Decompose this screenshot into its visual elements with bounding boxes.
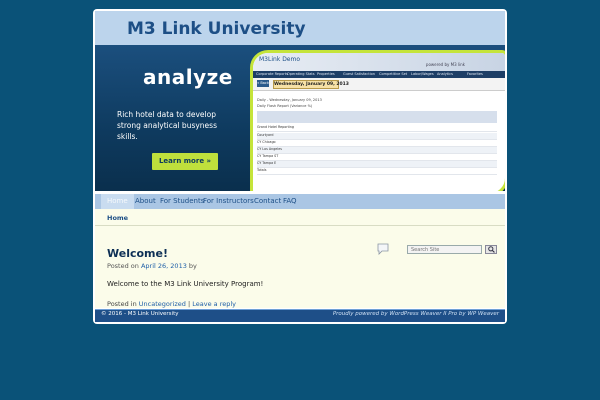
screenshot-caption: Daily - Wednesday, January 09, 2013 <box>257 98 322 102</box>
banner-heading: analyze <box>143 65 233 89</box>
screenshot-tab: Properties <box>317 72 335 76</box>
screenshot-row: CY Tampa ST <box>257 154 497 161</box>
divider <box>95 225 505 226</box>
category-link[interactable]: Uncategorized <box>139 300 186 308</box>
hero-banner: analyze Rich hotel data to develop stron… <box>95 45 505 191</box>
screenshot-tab: Analytics <box>437 72 453 76</box>
screenshot-row: CY Los Angeles <box>257 147 497 154</box>
nav-item-home[interactable]: Home <box>101 194 134 209</box>
screenshot-tab: Competitive Set <box>379 72 408 76</box>
nav-item-for-students[interactable]: For Students <box>160 194 204 209</box>
screenshot-tabs: Corporate Reports Operating Stats Proper… <box>253 71 505 78</box>
screenshot-tab: Corporate Reports <box>256 72 289 76</box>
post-date-link[interactable]: April 26, 2013 <box>141 262 187 270</box>
nav-item-for-instructors[interactable]: For Instructors <box>203 194 254 209</box>
post-footer: Posted in Uncategorized | Leave a reply <box>107 300 236 308</box>
leave-reply-link[interactable]: Leave a reply <box>192 300 236 308</box>
main-nav: Home About For Students For Instructors … <box>95 194 505 209</box>
nav-item-faq[interactable]: FAQ <box>283 194 297 209</box>
post-meta-prefix: Posted on <box>107 262 139 270</box>
screenshot-tab: Favorites <box>467 72 483 76</box>
screenshot-logo: M3Link Demo <box>259 56 301 63</box>
comment-bubble-icon[interactable] <box>377 243 389 255</box>
screenshot-row: Courtyard <box>257 133 497 140</box>
screenshot-row: CY Chicago <box>257 140 497 147</box>
nav-item-about[interactable]: About <box>135 194 156 209</box>
screenshot-back: « Back <box>257 80 269 87</box>
screenshot-row: Grand Hotel Reporting <box>257 125 497 132</box>
site-footer: © 2016 - M3 Link University Proudly powe… <box>95 309 505 322</box>
footer-copyright[interactable]: © 2016 - M3 Link University <box>101 311 178 317</box>
screenshot-row: Totals <box>257 168 497 175</box>
post-title[interactable]: Welcome! <box>107 247 168 260</box>
screenshot-date: Wednesday, January 09, 2013 <box>273 80 349 89</box>
screenshot-caption: Daily Flash Report (Variance %) <box>257 104 313 108</box>
meta-divider: | <box>187 300 191 308</box>
page-container: M3 Link University analyze Rich hotel da… <box>93 9 507 324</box>
site-title[interactable]: M3 Link University <box>127 19 306 39</box>
site-header: M3 Link University <box>95 11 505 45</box>
post-meta: Posted on April 26, 2013 by <box>107 262 197 270</box>
footer-credits[interactable]: Proudly powered by WordPress Weaver II P… <box>333 311 499 317</box>
search-icon <box>487 246 495 253</box>
search-input[interactable] <box>407 245 482 254</box>
product-screenshot: M3Link Demo powered by M3 link Corporate… <box>250 50 505 191</box>
screenshot-row: CY Tampa E <box>257 161 497 168</box>
screenshot-tab: Operating Stats <box>287 72 315 76</box>
banner-text: Rich hotel data to develop strong analyt… <box>117 110 217 141</box>
posted-in-label: Posted in <box>107 300 137 308</box>
search-button[interactable] <box>485 245 497 254</box>
learn-more-button[interactable]: Learn more » <box>152 153 218 170</box>
screenshot-tab: Labor/Wages <box>411 72 434 76</box>
screenshot-table-head <box>257 111 497 123</box>
post-body: Welcome to the M3 Link University Progra… <box>107 280 264 288</box>
screenshot-powered: powered by M3 link <box>425 62 465 67</box>
screenshot-tab: Guest Satisfaction <box>343 72 375 76</box>
content-area: Home Welcome! Posted on April 26, 2013 b… <box>95 209 505 308</box>
post-meta-by: by <box>188 262 197 270</box>
screenshot-header: M3Link Demo powered by M3 link <box>253 53 505 71</box>
nav-item-contact[interactable]: Contact <box>254 194 281 209</box>
breadcrumb[interactable]: Home <box>107 214 128 222</box>
